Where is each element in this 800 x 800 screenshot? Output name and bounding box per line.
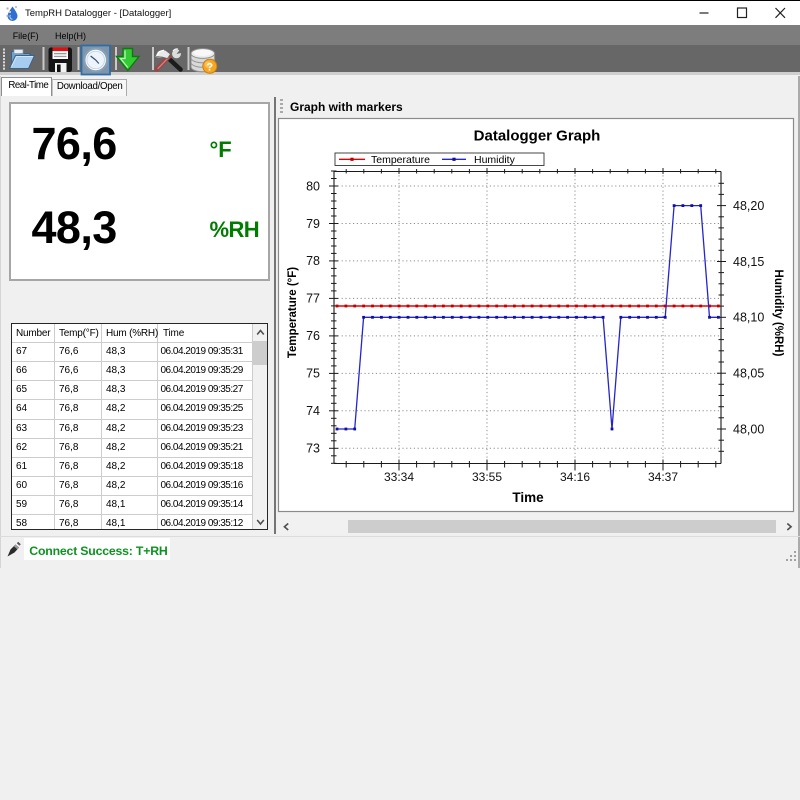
svg-text:48,05: 48,05 xyxy=(733,367,764,381)
svg-text:80: 80 xyxy=(306,179,320,193)
svg-text:Time: Time xyxy=(512,490,544,505)
svg-text:Temperature: Temperature xyxy=(371,154,430,166)
svg-text:48,15: 48,15 xyxy=(733,255,764,269)
svg-text:76: 76 xyxy=(306,329,320,343)
svg-text:34:16: 34:16 xyxy=(560,470,590,484)
svg-text:75: 75 xyxy=(306,367,320,381)
svg-text:73: 73 xyxy=(306,442,320,456)
svg-text:79: 79 xyxy=(306,217,320,231)
svg-text:33:55: 33:55 xyxy=(472,470,502,484)
svg-text:34:37: 34:37 xyxy=(648,470,678,484)
svg-text:78: 78 xyxy=(306,254,320,268)
svg-text:Temperature (°F): Temperature (°F) xyxy=(287,267,299,358)
svg-text:Humidity: Humidity xyxy=(474,154,516,166)
svg-text:48,00: 48,00 xyxy=(733,422,764,436)
svg-text:Humidity (%RH): Humidity (%RH) xyxy=(772,270,784,357)
svg-text:Datalogger Graph: Datalogger Graph xyxy=(474,128,601,145)
svg-text:48,20: 48,20 xyxy=(733,199,764,213)
svg-text:48,10: 48,10 xyxy=(733,311,764,325)
svg-text:74: 74 xyxy=(306,404,320,418)
svg-text:33:34: 33:34 xyxy=(384,470,414,484)
svg-text:77: 77 xyxy=(306,292,320,306)
